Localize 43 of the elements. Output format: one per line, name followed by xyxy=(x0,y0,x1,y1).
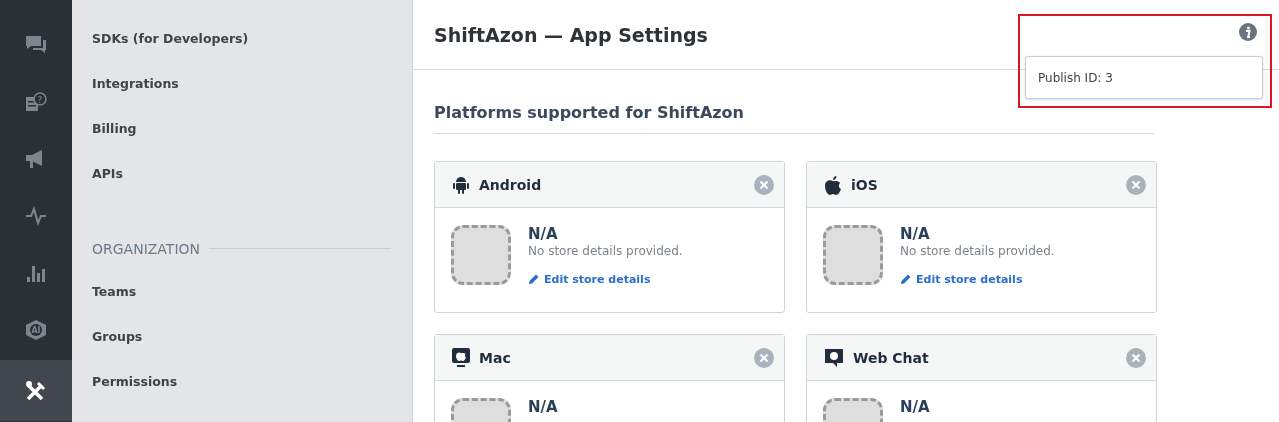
platform-name: Web Chat xyxy=(853,349,930,366)
publish-id-text: Publish ID: 3 xyxy=(1038,70,1113,85)
android-robot-icon xyxy=(452,175,470,194)
section-heading: ORGANIZATION xyxy=(92,240,201,257)
edit-store-link[interactable]: Edit store details xyxy=(528,273,683,286)
info-icon[interactable] xyxy=(1239,23,1257,41)
submenu-link[interactable]: Billing xyxy=(92,121,391,166)
remove-icon[interactable] xyxy=(754,347,774,368)
pencil-icon xyxy=(900,274,911,285)
chat-bubbles-icon xyxy=(25,34,47,55)
store-description: No store details provided. xyxy=(900,244,1055,258)
monitor-apple-icon xyxy=(452,348,470,367)
submenu-link[interactable]: SDKs (for Developers) xyxy=(92,31,391,76)
section-heading: Platforms supported for ShiftAzon xyxy=(434,103,1154,134)
tools-icon xyxy=(25,379,47,402)
pencil-icon xyxy=(528,274,539,285)
platform-name: iOS xyxy=(851,176,879,193)
page-title: ShiftAzon — App Settings xyxy=(434,23,708,46)
nav-item[interactable]: AI xyxy=(0,301,72,358)
app-icon-placeholder xyxy=(451,225,511,285)
nav-item[interactable]: ? xyxy=(0,73,72,130)
edit-store-link[interactable]: Edit store details xyxy=(900,273,1055,286)
submenu-link[interactable]: Permissions xyxy=(92,374,391,419)
selected-nav-item[interactable] xyxy=(0,360,72,421)
store-name: N/A xyxy=(528,225,559,243)
submenu-link[interactable]: Integrations xyxy=(92,76,391,121)
remove-icon[interactable] xyxy=(754,174,774,195)
submenu-link[interactable]: Groups xyxy=(92,329,391,374)
app-icon-placeholder xyxy=(823,225,883,285)
platform-name: Mac xyxy=(479,349,512,366)
apple-icon xyxy=(824,174,842,195)
store-name: N/A xyxy=(528,398,558,416)
submenu-link[interactable]: Teams xyxy=(92,284,391,329)
remove-icon[interactable] xyxy=(1126,347,1146,368)
pulse-line-icon xyxy=(25,205,47,226)
store-name: N/A xyxy=(900,398,930,416)
ai-hexagon-icon: AI xyxy=(24,318,48,341)
submenu-link[interactable]: APIs xyxy=(92,166,391,211)
platform-name: Android xyxy=(479,176,543,193)
store-description: No store details provided. xyxy=(528,244,683,258)
chat-bubble-icon xyxy=(824,347,844,368)
remove-icon[interactable] xyxy=(1126,174,1146,195)
store-name: N/A xyxy=(900,225,931,243)
